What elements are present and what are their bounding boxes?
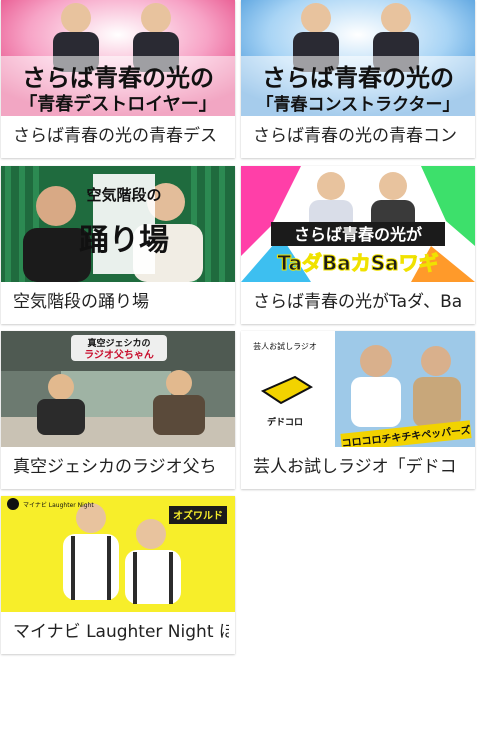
program-card[interactable]: 真空ジェシカの ラジオ父ちゃん 真空ジェシカのラジオ父ち bbox=[1, 331, 235, 489]
thumb-title-line1: マイナビ Laughter Night bbox=[23, 501, 94, 509]
program-card[interactable]: マイナビ Laughter Night オズワルド マイナビ Laughter … bbox=[1, 496, 235, 654]
thumb-title-line2: 踊り場 bbox=[79, 223, 169, 258]
program-title: さらば青春の光の青春コン bbox=[253, 126, 457, 146]
thumb-title-line1: 真空ジェシカの bbox=[87, 337, 150, 349]
program-card[interactable]: さらば青春の光の 「青春デストロイヤー」 さらば青春の光の青春デス bbox=[1, 0, 235, 158]
thumb-title-line1: さらば青春の光の bbox=[262, 64, 454, 92]
thumb-title-line2: オズワルド bbox=[173, 509, 223, 522]
program-thumbnail[interactable]: さらば青春の光が TaダBaカSaワギ bbox=[241, 166, 475, 282]
thumb-title-line1: 芸人お試しラジオ bbox=[253, 341, 317, 351]
program-thumbnail[interactable]: マイナビ Laughter Night オズワルド bbox=[1, 496, 235, 612]
thumb-title-line2: 「青春デストロイヤー」 bbox=[19, 93, 216, 115]
program-card[interactable]: さらば青春の光の 「青春コンストラクター」 さらば青春の光の青春コン bbox=[241, 0, 475, 158]
program-thumbnail[interactable]: 芸人お試しラジオ デドコロ コロコロチキチキペッパーズ bbox=[241, 331, 475, 447]
thumb-title-line2: デドコロ bbox=[267, 416, 303, 428]
program-title: さらば青春の光がTaダ、Ba bbox=[253, 292, 463, 312]
program-title: マイナビ Laughter Night ほ bbox=[13, 622, 229, 642]
program-thumbnail[interactable]: さらば青春の光の 「青春デストロイヤー」 bbox=[1, 0, 235, 116]
thumb-title-line2: TaダBaカSaワギ bbox=[277, 251, 438, 275]
thumb-title-line1: さらば青春の光が bbox=[294, 225, 422, 244]
program-card[interactable]: さらば青春の光が TaダBaカSaワギ さらば青春の光がTaダ、Ba bbox=[241, 166, 475, 324]
program-title: さらば青春の光の青春デス bbox=[13, 126, 217, 146]
program-title: 真空ジェシカのラジオ父ち bbox=[13, 457, 217, 477]
program-card[interactable]: 空気階段の 踊り場 空気階段の踊り場 bbox=[1, 166, 235, 324]
thumb-title-line1: 空気階段の bbox=[86, 186, 161, 204]
program-title: 空気階段の踊り場 bbox=[13, 292, 149, 312]
program-thumbnail[interactable]: さらば青春の光の 「青春コンストラクター」 bbox=[241, 0, 475, 116]
program-thumbnail[interactable]: 真空ジェシカの ラジオ父ちゃん bbox=[1, 331, 235, 447]
thumb-title-line2: ラジオ父ちゃん bbox=[84, 349, 154, 361]
thumb-title-line2: 「青春コンストラクター」 bbox=[257, 94, 460, 115]
thumb-title-line1: さらば青春の光の bbox=[22, 64, 214, 92]
program-card[interactable]: 芸人お試しラジオ デドコロ コロコロチキチキペッパーズ 芸人お試しラジオ「デドコ bbox=[241, 331, 475, 489]
program-thumbnail[interactable]: 空気階段の 踊り場 bbox=[1, 166, 235, 282]
program-title: 芸人お試しラジオ「デドコ bbox=[253, 457, 457, 477]
